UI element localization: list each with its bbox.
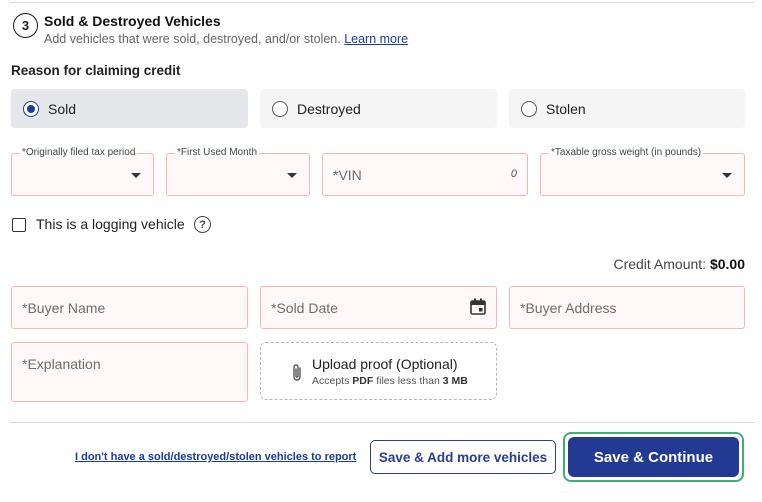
tax-period-select[interactable]: *Originally filed tax period xyxy=(11,147,154,196)
upload-hint-format: PDF xyxy=(352,375,374,387)
learn-more-link[interactable]: Learn more xyxy=(344,32,408,46)
paperclip-icon xyxy=(293,364,301,381)
credit-amount-label: Credit Amount: xyxy=(613,256,707,272)
upload-hint-middle: files less than xyxy=(373,375,443,387)
upload-hint-size: 3 MB xyxy=(442,375,468,387)
upload-hint-prefix: Accepts xyxy=(312,375,353,387)
tax-period-label: *Originally filed tax period xyxy=(20,147,138,158)
reason-option-destroyed[interactable]: Destroyed xyxy=(260,89,497,128)
taxable-weight-select[interactable]: *Taxable gross weight (in pounds) xyxy=(540,147,745,196)
section-subtitle-text: Add vehicles that were sold, destroyed, … xyxy=(44,32,341,46)
explanation-placeholder: *Explanation xyxy=(22,356,101,372)
logging-vehicle-label: This is a logging vehicle xyxy=(36,216,185,232)
reason-option-label: Destroyed xyxy=(297,100,361,117)
radio-button-destroyed[interactable] xyxy=(272,100,288,117)
save-continue-button[interactable]: Save & Continue xyxy=(568,437,739,477)
taxable-weight-label: *Taxable gross weight (in pounds) xyxy=(549,147,704,158)
vin-character-count: 0 xyxy=(510,168,517,180)
chevron-down-icon xyxy=(287,173,297,178)
chevron-down-icon xyxy=(722,173,732,178)
logging-vehicle-checkbox[interactable] xyxy=(12,218,26,232)
credit-amount-value: $0.00 xyxy=(709,256,745,272)
save-add-more-button[interactable]: Save & Add more vehicles xyxy=(370,440,556,474)
chevron-down-icon xyxy=(131,173,141,178)
vin-input[interactable]: *VIN 0 xyxy=(322,153,528,196)
credit-amount: Credit Amount: $0.00 xyxy=(613,256,745,272)
vin-placeholder: *VIN xyxy=(333,167,362,183)
section-subtitle: Add vehicles that were sold, destroyed, … xyxy=(44,32,408,46)
radio-button-sold[interactable] xyxy=(23,100,39,117)
upload-hint: Accepts PDF files less than 3 MB xyxy=(312,375,468,387)
calendar-icon[interactable] xyxy=(470,298,486,315)
radio-selected-dot xyxy=(27,104,35,113)
first-used-month-label: *First Used Month xyxy=(175,147,260,158)
reason-option-stolen[interactable]: Stolen xyxy=(509,89,745,128)
radio-button-stolen[interactable] xyxy=(521,100,537,117)
sold-date-input[interactable]: *Sold Date xyxy=(260,286,497,329)
upload-title: Upload proof (Optional) xyxy=(312,356,458,372)
buyer-address-input[interactable]: *Buyer Address xyxy=(509,286,745,329)
buyer-name-input[interactable]: *Buyer Name xyxy=(11,286,248,329)
footer-divider xyxy=(10,422,754,423)
step-number-badge: 3 xyxy=(13,13,38,38)
buyer-address-placeholder: *Buyer Address xyxy=(520,300,617,316)
reason-option-label: Stolen xyxy=(546,100,586,117)
section-title: Sold & Destroyed Vehicles xyxy=(44,13,221,29)
first-used-month-select[interactable]: *First Used Month xyxy=(166,147,310,196)
reason-option-sold[interactable]: Sold xyxy=(11,89,248,128)
explanation-textarea[interactable]: *Explanation xyxy=(11,342,248,402)
top-divider xyxy=(10,2,754,3)
reason-label: Reason for claiming credit xyxy=(11,63,181,78)
sold-date-placeholder: *Sold Date xyxy=(271,300,338,316)
reason-option-label: Sold xyxy=(48,100,77,117)
upload-proof-dropzone[interactable]: Upload proof (Optional) Accepts PDF file… xyxy=(260,342,497,400)
help-icon[interactable]: ? xyxy=(194,216,211,233)
buyer-name-placeholder: *Buyer Name xyxy=(22,300,106,316)
no-vehicles-link[interactable]: I don't have a sold/destroyed/stolen veh… xyxy=(75,451,356,463)
